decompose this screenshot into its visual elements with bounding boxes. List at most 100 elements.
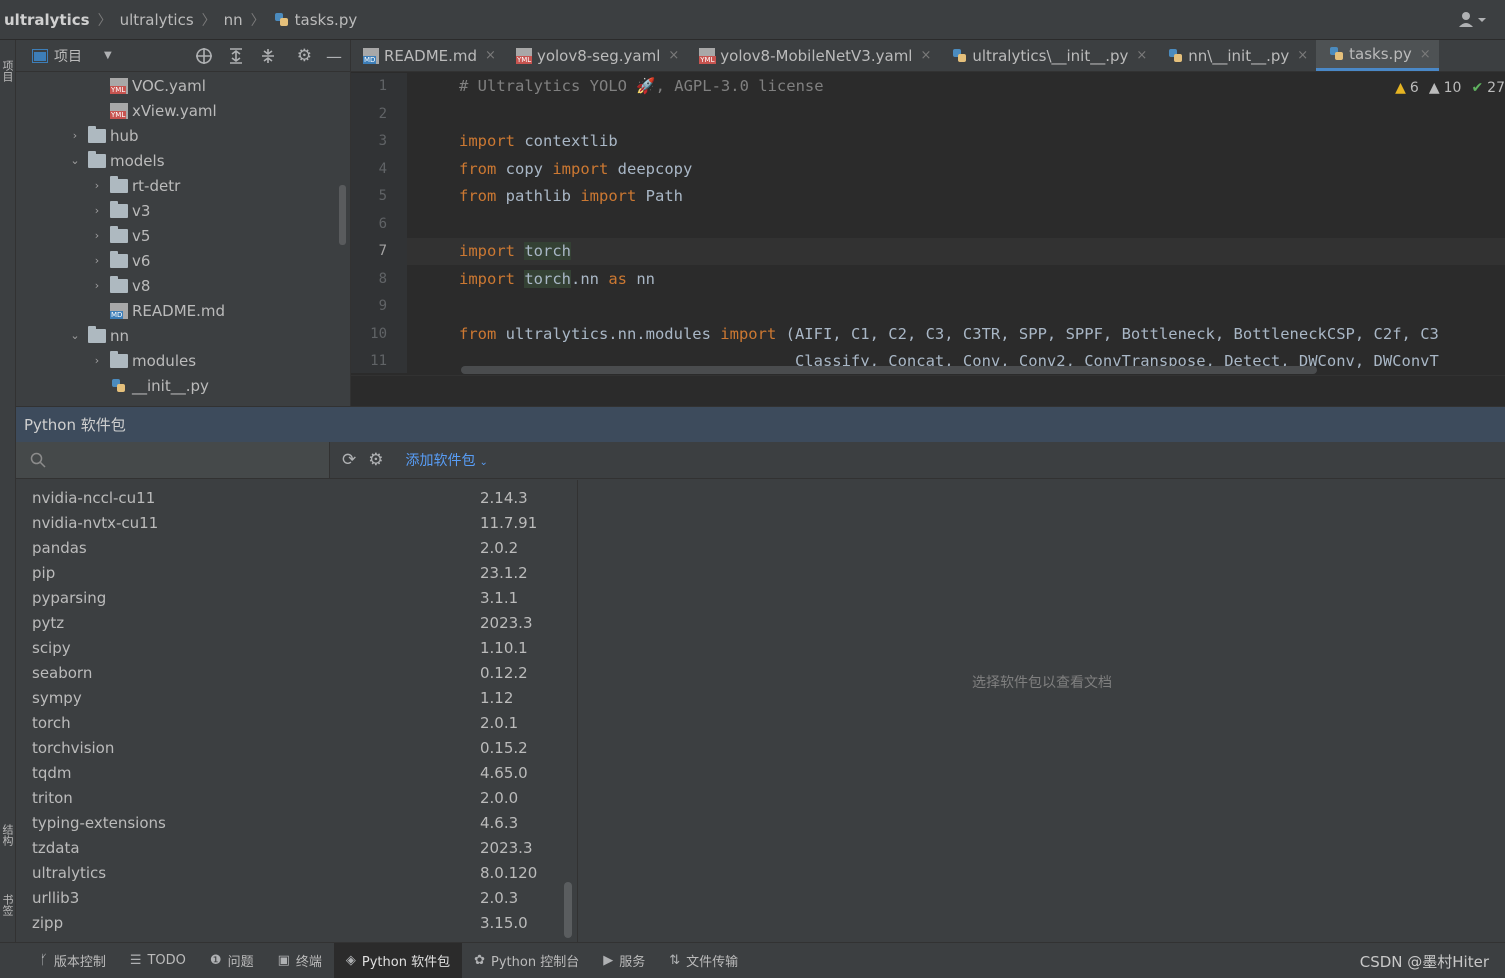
editor-tab[interactable]: yolov8-seg.yaml × — [504, 40, 687, 71]
inspection-widget[interactable]: ▲ 6 ▲ 10 ✔ 27 — [1395, 80, 1505, 96]
package-version: 2.14.3 — [480, 488, 528, 507]
close-icon[interactable]: × — [1297, 48, 1308, 63]
package-row[interactable]: urllib3 2.0.3 — [16, 885, 566, 910]
tree-item[interactable]: › modules — [90, 348, 196, 373]
chevron-right-icon[interactable]: › — [90, 229, 104, 242]
expand-all-icon[interactable] — [227, 47, 245, 65]
chevron-right-icon[interactable]: › — [90, 254, 104, 267]
bottom-tool-tab[interactable]: ❶ 问题 — [198, 943, 266, 978]
problem-icon: ❶ — [209, 953, 222, 968]
package-row[interactable]: nvidia-nvtx-cu11 11.7.91 — [16, 510, 566, 535]
close-icon[interactable]: × — [920, 48, 931, 63]
tree-item[interactable]: › rt-detr — [90, 173, 180, 198]
tree-item[interactable]: › v5 — [90, 223, 150, 248]
package-row[interactable]: nvidia-nccl-cu11 2.14.3 — [16, 485, 566, 510]
breadcrumb-file[interactable]: tasks.py — [273, 11, 357, 29]
package-name: typing-extensions — [32, 813, 166, 832]
python-file-icon — [1328, 46, 1344, 62]
user-icon[interactable] — [1457, 10, 1487, 30]
gear-icon[interactable]: ⚙ — [297, 46, 312, 66]
breadcrumb-package[interactable]: ultralytics — [120, 11, 194, 29]
package-name: tqdm — [32, 763, 72, 782]
package-name: zipp — [32, 913, 64, 932]
code-area[interactable]: # Ultralytics YOLO 🚀, AGPL-3.0 license i… — [407, 73, 1505, 373]
tree-item[interactable]: › v8 — [90, 273, 150, 298]
bottom-tool-tab[interactable]: ▶ 服务 — [591, 943, 657, 978]
package-row[interactable]: seaborn 0.12.2 — [16, 660, 566, 685]
check-icon: ✔ — [1471, 80, 1484, 96]
package-row[interactable]: torch 2.0.1 — [16, 710, 566, 735]
editor-tab[interactable]: nn\__init__.py × — [1155, 40, 1316, 71]
tree-item[interactable]: ⌄ models — [68, 148, 165, 173]
tree-item-label: modules — [132, 351, 197, 370]
package-version: 2.0.0 — [480, 788, 519, 807]
bottom-tool-tab[interactable]: ᚶ 版本控制 — [28, 943, 118, 978]
tree-item[interactable]: › hub — [68, 123, 139, 148]
package-row[interactable]: tqdm 4.65.0 — [16, 760, 566, 785]
package-row[interactable]: pip 23.1.2 — [16, 560, 566, 585]
package-row[interactable]: pandas 2.0.2 — [16, 535, 566, 560]
close-icon[interactable]: × — [668, 48, 679, 63]
bottom-tool-tab[interactable]: ⇅ 文件传输 — [657, 943, 750, 978]
chevron-down-icon[interactable]: ⌄ — [68, 329, 82, 342]
hide-icon[interactable]: — — [326, 47, 342, 66]
bottom-tool-label: 终端 — [295, 955, 322, 970]
package-row[interactable]: scipy 1.10.1 — [16, 635, 566, 660]
package-row[interactable]: triton 2.0.0 — [16, 785, 566, 810]
package-row[interactable]: typing-extensions 4.6.3 — [16, 810, 566, 835]
editor-tab[interactable]: ultralytics\__init__.py × — [939, 40, 1155, 71]
package-version: 2.0.3 — [480, 888, 519, 907]
bookmarks-tool-tab[interactable]: 书签 — [0, 880, 15, 930]
project-window-icon — [32, 48, 48, 63]
tree-item[interactable]: xView.yaml — [90, 98, 217, 123]
close-icon[interactable]: × — [1136, 48, 1147, 63]
package-row[interactable]: pytz 2023.3 — [16, 610, 566, 635]
folder-icon — [88, 125, 106, 143]
refresh-icon[interactable]: ⟳ — [342, 450, 356, 470]
tree-scrollbar[interactable] — [339, 185, 346, 245]
project-view-label[interactable]: 项目 — [54, 46, 82, 66]
chevron-right-icon[interactable]: › — [90, 354, 104, 367]
package-search-input[interactable] — [54, 452, 314, 468]
tree-item[interactable]: › v3 — [90, 198, 150, 223]
bottom-tool-tab[interactable]: ▣ 终端 — [266, 943, 334, 978]
add-package-button[interactable]: 添加软件包 ⌄ — [406, 450, 488, 470]
gear-icon[interactable]: ⚙ — [368, 450, 383, 470]
close-icon[interactable]: × — [1420, 47, 1431, 62]
folder-icon — [110, 200, 128, 218]
editor-horizontal-scrollbar[interactable] — [461, 366, 1317, 374]
search-icon — [30, 452, 46, 468]
tree-item[interactable]: › v6 — [90, 248, 150, 273]
chevron-right-icon[interactable]: › — [90, 279, 104, 292]
tree-item[interactable]: README.md — [90, 298, 225, 323]
tree-item[interactable]: VOC.yaml — [90, 73, 206, 98]
project-tool-tab[interactable]: 项目 — [0, 46, 15, 96]
package-row[interactable]: pyparsing 3.1.1 — [16, 585, 566, 610]
chevron-right-icon[interactable]: › — [90, 179, 104, 192]
package-row[interactable]: zipp 3.15.0 — [16, 910, 566, 935]
structure-tool-tab[interactable]: 结构 — [0, 810, 15, 860]
locate-icon[interactable] — [195, 47, 213, 65]
bottom-tool-tab[interactable]: ☰ TODO — [118, 943, 198, 978]
package-row[interactable]: sympy 1.12 — [16, 685, 566, 710]
chevron-down-icon[interactable]: ▼ — [104, 50, 112, 61]
chevron-right-icon[interactable]: › — [90, 204, 104, 217]
bottom-tool-tab[interactable]: ◈ Python 软件包 — [333, 942, 463, 978]
editor-tab[interactable]: tasks.py × — [1316, 40, 1439, 71]
package-row[interactable]: torchvision 0.15.2 — [16, 735, 566, 760]
chevron-down-icon[interactable]: ⌄ — [68, 154, 82, 167]
collapse-all-icon[interactable] — [259, 47, 277, 65]
editor-tab[interactable]: README.md × — [351, 40, 504, 71]
markdown-file-icon — [363, 47, 379, 64]
bottom-tool-tab[interactable]: ✿ Python 控制台 — [462, 943, 591, 978]
close-icon[interactable]: × — [485, 48, 496, 63]
editor-tab[interactable]: yolov8-MobileNetV3.yaml × — [687, 40, 939, 71]
breadcrumb-project[interactable]: ultralytics — [4, 11, 90, 29]
tree-item[interactable]: ⌄ nn — [68, 323, 129, 348]
breadcrumb-folder[interactable]: nn — [224, 11, 243, 29]
package-row[interactable]: tzdata 2023.3 — [16, 835, 566, 860]
package-list-scrollbar[interactable] — [564, 882, 572, 938]
package-row[interactable]: ultralytics 8.0.120 — [16, 860, 566, 885]
tree-item[interactable]: __init__.py — [90, 373, 209, 398]
chevron-right-icon[interactable]: › — [68, 129, 82, 142]
